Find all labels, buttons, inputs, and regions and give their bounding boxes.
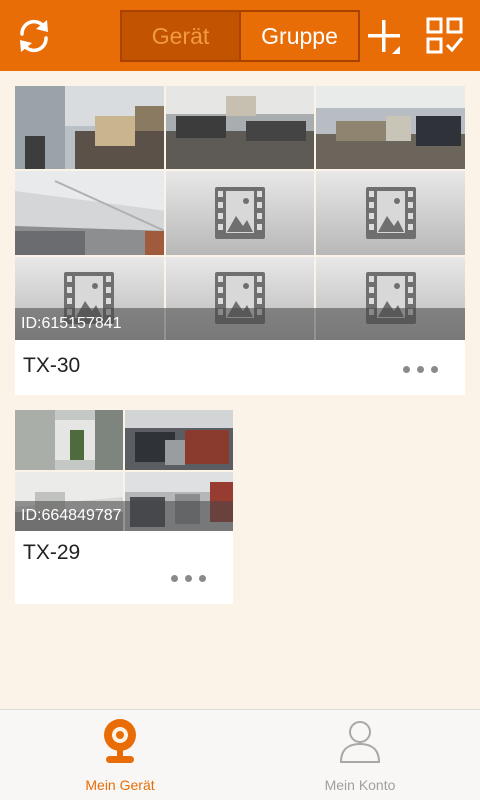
video-placeholder-icon <box>214 186 265 239</box>
device-id-label: ID:615157841 <box>15 308 465 340</box>
camera-snapshot[interactable] <box>165 86 315 170</box>
video-placeholder[interactable] <box>165 171 315 255</box>
nav-label: Mein Gerät <box>85 777 155 793</box>
dot <box>199 575 206 582</box>
camera-icon <box>104 719 136 763</box>
camera-snapshot[interactable] <box>316 86 465 170</box>
dot <box>171 575 178 582</box>
device-name: TX-30 <box>23 354 81 377</box>
tab-geraet[interactable]: Gerät <box>122 12 239 60</box>
refresh-icon <box>20 19 48 53</box>
add-icon <box>368 20 400 54</box>
dot <box>403 366 410 373</box>
nav-item-mein-konto[interactable]: Mein Konto <box>240 710 480 800</box>
bottom-navigation: Mein Gerät Mein Konto <box>0 709 480 800</box>
nav-label: Mein Konto <box>324 777 396 793</box>
add-device-button[interactable] <box>362 14 406 58</box>
more-options-button[interactable] <box>171 575 206 582</box>
dot <box>185 575 192 582</box>
dot <box>431 366 438 373</box>
more-options-button[interactable] <box>403 366 438 373</box>
device-card[interactable]: ID:615157841 TX-30 <box>15 86 465 395</box>
tab-gruppe[interactable]: Gruppe <box>239 12 358 60</box>
dot <box>417 366 424 373</box>
camera-snapshot[interactable] <box>15 171 164 255</box>
device-group-switch: Gerät Gruppe <box>120 10 360 62</box>
top-bar: Gerät Gruppe <box>0 0 480 71</box>
device-name: TX-29 <box>23 541 81 564</box>
user-icon <box>339 721 381 763</box>
scan-qr-button[interactable] <box>422 13 468 59</box>
device-id-label: ID:664849787 <box>15 501 233 531</box>
qr-scan-icon <box>426 17 464 54</box>
device-card[interactable]: ID:664849787 TX-29 <box>15 410 233 604</box>
video-placeholder[interactable] <box>316 171 465 255</box>
nav-item-mein-geraet[interactable]: Mein Gerät <box>0 710 240 800</box>
camera-snapshot[interactable] <box>15 86 164 170</box>
camera-snapshot[interactable] <box>125 410 233 470</box>
refresh-button[interactable] <box>12 14 56 58</box>
video-placeholder-icon <box>365 186 416 239</box>
camera-grid <box>15 86 465 340</box>
camera-snapshot[interactable] <box>15 410 123 470</box>
